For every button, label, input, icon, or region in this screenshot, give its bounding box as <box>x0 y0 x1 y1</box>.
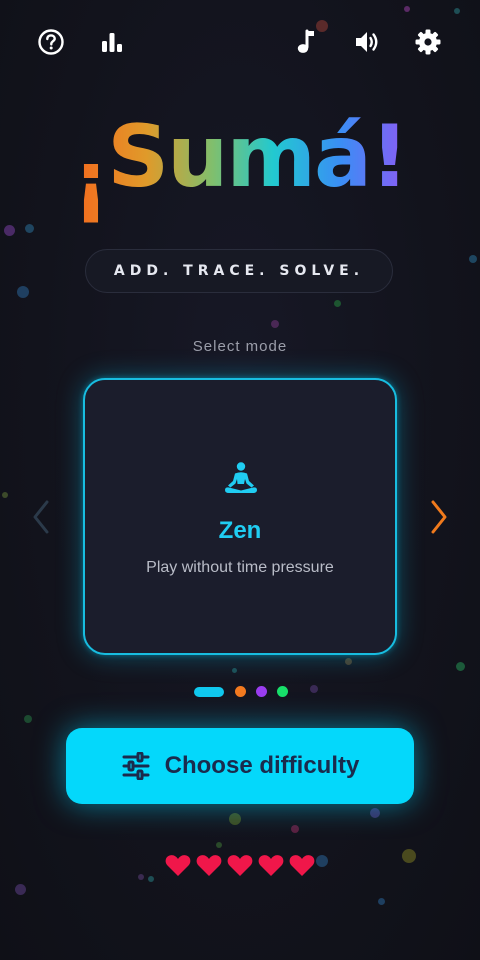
main-screen: ¡Sumá! ADD. TRACE. SOLVE. Select mode Ze… <box>0 0 480 960</box>
heart-icon <box>165 855 191 876</box>
volume-icon <box>356 32 378 52</box>
help-button[interactable] <box>35 26 67 58</box>
logo-inverted-mark: ¡ <box>73 134 107 227</box>
svg-text:¡Sumá!: ¡Sumá! <box>73 108 408 227</box>
prev-mode-button[interactable] <box>26 495 56 539</box>
heart-icon <box>289 855 315 876</box>
mode-description: Play without time pressure <box>146 559 334 576</box>
stats-bar-icon <box>102 33 122 52</box>
tagline-pill: ADD. TRACE. SOLVE. <box>85 249 393 293</box>
heart-icon <box>258 855 284 876</box>
next-mode-button[interactable] <box>424 495 454 539</box>
music-note-icon <box>297 29 314 53</box>
mode-card-zen[interactable]: Zen Play without time pressure <box>83 378 397 655</box>
settings-button[interactable] <box>412 26 444 58</box>
chevron-right-icon <box>431 500 447 534</box>
meditation-icon <box>225 462 257 493</box>
mode-pagination <box>194 686 298 697</box>
page-indicator-active[interactable] <box>194 686 224 697</box>
logo-wordmark: Sumá! <box>107 108 407 207</box>
sliders-icon <box>122 752 150 780</box>
choose-difficulty-button[interactable]: Choose difficulty <box>66 728 414 804</box>
volume-button[interactable] <box>351 26 383 58</box>
lives-indicator <box>164 851 319 881</box>
page-indicator[interactable] <box>235 686 246 697</box>
heart-icon <box>227 855 253 876</box>
mode-title: Zen <box>218 517 262 544</box>
chevron-left-icon <box>33 500 49 534</box>
gear-icon <box>415 29 441 55</box>
app-logo: ¡Sumá! <box>73 108 410 227</box>
page-indicator[interactable] <box>277 686 288 697</box>
heart-icon <box>196 855 222 876</box>
stats-button[interactable] <box>96 26 128 58</box>
music-button[interactable] <box>290 26 322 58</box>
select-mode-label: Select mode <box>192 338 288 355</box>
help-circle-icon <box>38 29 64 55</box>
page-indicator[interactable] <box>256 686 267 697</box>
choose-difficulty-label: Choose difficulty <box>164 752 360 779</box>
